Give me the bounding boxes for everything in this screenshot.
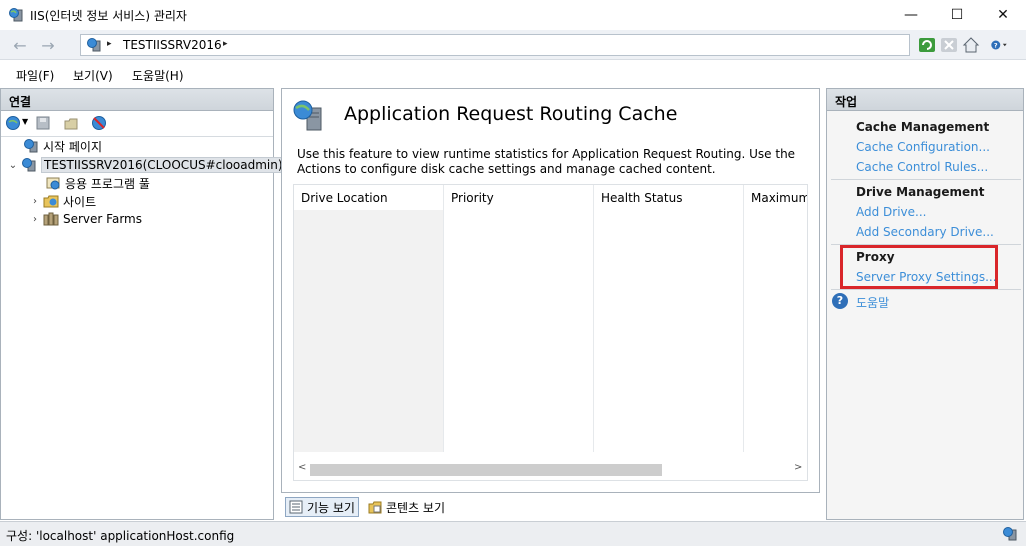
status-bar: 구성: 'localhost' applicationHost.config bbox=[0, 521, 1026, 546]
up-level-icon[interactable] bbox=[63, 115, 79, 131]
globe-server-icon bbox=[293, 100, 322, 131]
address-bar: ← → ▸ TESTIISSRV2016 ▸ ? bbox=[0, 30, 1026, 60]
action-help[interactable]: 도움말 bbox=[856, 294, 889, 311]
svg-text:?: ? bbox=[994, 42, 998, 50]
tab-label: 콘텐츠 보기 bbox=[386, 500, 446, 515]
tree-label: 시작 페이지 bbox=[43, 139, 103, 154]
minimize-button[interactable]: — bbox=[888, 0, 934, 30]
stop-icon[interactable] bbox=[940, 36, 958, 54]
breadcrumb-server[interactable]: TESTIISSRV2016 bbox=[123, 38, 222, 52]
column-priority[interactable]: Priority bbox=[444, 185, 594, 452]
server-farm-icon bbox=[43, 212, 59, 226]
tree-server-farms[interactable]: › Server Farms bbox=[29, 210, 142, 228]
sites-icon bbox=[43, 195, 59, 208]
window-title: IIS(인터넷 정보 서비스) 관리자 bbox=[30, 9, 187, 23]
menu-bar: 파일(F) 보기(V) 도움말(H) bbox=[0, 61, 1026, 87]
globe-server-icon bbox=[87, 38, 101, 52]
column-header[interactable]: Drive Location bbox=[301, 191, 388, 205]
tree-app-pools[interactable]: 응용 프로그램 풀 bbox=[45, 174, 150, 192]
content-view-icon bbox=[368, 501, 382, 514]
scroll-left-icon[interactable]: < bbox=[298, 462, 306, 473]
chevron-right-icon[interactable]: › bbox=[29, 214, 41, 225]
feature-title: Application Request Routing Cache bbox=[344, 103, 678, 125]
tree-label: Server Farms bbox=[63, 212, 142, 226]
actions-header: 작업 bbox=[827, 89, 1023, 111]
iis-icon bbox=[9, 8, 23, 22]
chevron-right-icon[interactable]: › bbox=[29, 196, 41, 207]
section-drive-management: Drive Management bbox=[856, 185, 985, 199]
action-add-secondary-drive[interactable]: Add Secondary Drive... bbox=[856, 225, 994, 239]
tree-label: TESTIISSRV2016(CLOOCUS#clooadmin) bbox=[41, 157, 286, 173]
connect-icon[interactable] bbox=[5, 115, 21, 131]
features-view-icon bbox=[289, 500, 303, 514]
forward-button[interactable]: → bbox=[34, 34, 62, 56]
column-drive-location[interactable]: ^ Drive Location bbox=[294, 185, 444, 452]
divider bbox=[831, 289, 1021, 290]
action-cache-control-rules[interactable]: Cache Control Rules... bbox=[856, 160, 988, 174]
status-text: 구성: 'localhost' applicationHost.config bbox=[6, 529, 235, 543]
address-field[interactable]: ▸ TESTIISSRV2016 ▸ bbox=[80, 34, 910, 56]
column-header[interactable]: Maximum bbox=[751, 191, 807, 205]
action-add-drive[interactable]: Add Drive... bbox=[856, 205, 926, 219]
app-pool-icon bbox=[46, 177, 60, 190]
column-header[interactable]: Priority bbox=[451, 191, 494, 205]
actions-panel: 작업 Cache Management Cache Configuration.… bbox=[826, 88, 1024, 520]
back-button[interactable]: ← bbox=[6, 34, 34, 56]
column-maximum[interactable]: Maximum bbox=[744, 185, 807, 452]
menu-help[interactable]: 도움말(H) bbox=[132, 67, 184, 84]
disconnect-icon[interactable] bbox=[91, 115, 107, 131]
title-bar: IIS(인터넷 정보 서비스) 관리자 — ☐ ✕ bbox=[0, 0, 1026, 30]
tree-label: 응용 프로그램 풀 bbox=[65, 176, 150, 191]
action-cache-configuration[interactable]: Cache Configuration... bbox=[856, 140, 990, 154]
tree-label: 사이트 bbox=[63, 194, 97, 209]
breadcrumb-separator[interactable]: ▸ bbox=[107, 39, 112, 49]
column-health-status[interactable]: Health Status bbox=[594, 185, 744, 452]
home-icon[interactable] bbox=[962, 36, 980, 54]
close-button[interactable]: ✕ bbox=[980, 0, 1026, 30]
tab-label: 기능 보기 bbox=[307, 500, 355, 515]
menu-view[interactable]: 보기(V) bbox=[73, 67, 113, 84]
view-tabs: 기능 보기 콘텐츠 보기 bbox=[281, 495, 820, 519]
chevron-down-icon[interactable]: ⌄ bbox=[7, 160, 19, 171]
divider bbox=[831, 179, 1021, 180]
column-header[interactable]: Health Status bbox=[601, 191, 682, 205]
connections-toolbar: ▼ bbox=[1, 111, 273, 137]
feature-description: Use this feature to view runtime statist… bbox=[297, 147, 796, 176]
connections-header: 연결 bbox=[1, 89, 273, 111]
help-dropdown-icon[interactable]: ? bbox=[990, 36, 1008, 54]
server-icon bbox=[22, 158, 36, 172]
tree-sites[interactable]: › 사이트 bbox=[29, 192, 96, 210]
connections-panel: 연결 ▼ 시작 페이지 ⌄ TESTIISSRV2016(CLOOCUS#clo… bbox=[0, 88, 286, 520]
save-icon[interactable] bbox=[35, 115, 51, 131]
section-cache-management: Cache Management bbox=[856, 120, 990, 134]
tab-content-view[interactable]: 콘텐츠 보기 bbox=[365, 497, 448, 517]
tree-server[interactable]: ⌄ TESTIISSRV2016(CLOOCUS#clooadmin) bbox=[7, 156, 286, 174]
chevron-down-icon[interactable]: ▼ bbox=[22, 117, 28, 126]
start-page-icon bbox=[24, 139, 38, 153]
feature-panel: Application Request Routing Cache Use th… bbox=[281, 88, 820, 493]
help-icon[interactable]: ? bbox=[832, 293, 848, 309]
tab-features-view[interactable]: 기능 보기 bbox=[285, 497, 359, 517]
breadcrumb-separator[interactable]: ▸ bbox=[223, 39, 228, 49]
proxy-highlight-box bbox=[840, 245, 998, 289]
cache-drive-grid[interactable]: ^ Drive Location Priority Health Status … bbox=[293, 184, 808, 481]
refresh-icon[interactable] bbox=[918, 36, 936, 54]
menu-file[interactable]: 파일(F) bbox=[16, 67, 54, 84]
server-status-icon bbox=[1003, 527, 1017, 541]
scrollbar-thumb[interactable] bbox=[310, 464, 662, 476]
maximize-button[interactable]: ☐ bbox=[934, 0, 980, 30]
horizontal-scrollbar[interactable]: < > bbox=[294, 461, 807, 479]
tree-start-page[interactable]: 시작 페이지 bbox=[23, 137, 102, 155]
scroll-right-icon[interactable]: > bbox=[794, 462, 802, 473]
